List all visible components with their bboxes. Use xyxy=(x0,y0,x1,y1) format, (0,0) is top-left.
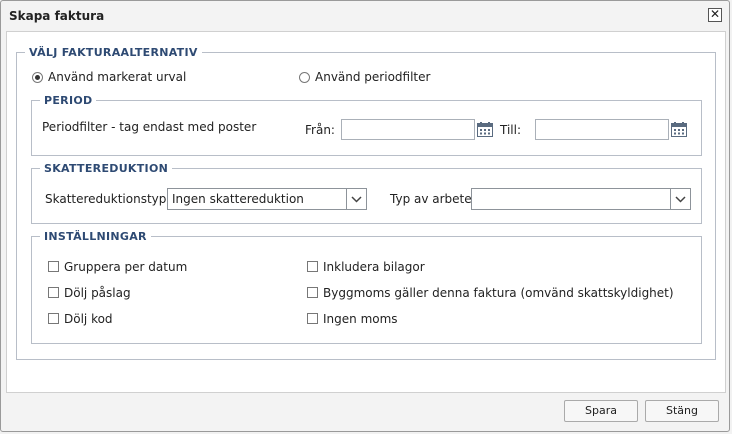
from-date-input[interactable] xyxy=(341,119,475,140)
checkbox-construction-vat[interactable] xyxy=(307,287,318,298)
save-button[interactable]: Spara xyxy=(564,400,638,422)
period-legend: PERIOD xyxy=(44,94,93,107)
settings-legend: INSTÄLLNINGAR xyxy=(44,230,147,243)
close-icon[interactable]: ✕ xyxy=(708,8,722,22)
work-type-label: Typ av arbete: xyxy=(390,192,476,206)
radio-use-period-filter-label: Använd periodfilter xyxy=(315,70,431,84)
dialog-content: VÄLJ FAKTURAALTERNATIV Använd markerat u… xyxy=(6,31,726,368)
from-label: Från: xyxy=(305,123,335,137)
checkbox-hide-markup[interactable] xyxy=(48,287,59,298)
checkbox-include-attachments[interactable] xyxy=(307,261,318,272)
checkbox-no-vat[interactable] xyxy=(307,313,318,324)
period-description: Periodfilter - tag endast med poster xyxy=(42,120,257,134)
close-button[interactable]: Stäng xyxy=(645,400,719,422)
tax-reduction-type-label: Skattereduktionstyp: xyxy=(45,192,171,206)
checkbox-no-vat-label: Ingen moms xyxy=(323,312,398,326)
invoice-options-legend: VÄLJ FAKTURAALTERNATIV xyxy=(29,46,198,59)
work-type-select[interactable] xyxy=(471,188,691,210)
calendar-icon[interactable] xyxy=(671,122,687,137)
checkbox-hide-markup-label: Dölj påslag xyxy=(64,286,131,300)
dialog-title: Skapa faktura xyxy=(9,9,105,23)
chevron-down-icon[interactable] xyxy=(670,189,690,209)
checkbox-construction-vat-label: Byggmoms gäller denna faktura (omvänd sk… xyxy=(323,286,674,300)
to-label: Till: xyxy=(500,123,522,137)
tax-reduction-type-value: Ingen skattereduktion xyxy=(172,192,304,206)
checkbox-group-by-date-label: Gruppera per datum xyxy=(64,260,188,274)
calendar-icon[interactable] xyxy=(477,122,493,137)
create-invoice-dialog: Skapa faktura ✕ VÄLJ FAKTURAALTERNATIV A… xyxy=(0,0,730,432)
chevron-down-icon[interactable] xyxy=(346,189,366,209)
to-date-input[interactable] xyxy=(535,119,669,140)
checkbox-hide-code-label: Dölj kod xyxy=(64,312,113,326)
radio-use-selection[interactable] xyxy=(32,72,43,83)
checkbox-hide-code[interactable] xyxy=(48,313,59,324)
dialog-titlebar: Skapa faktura ✕ xyxy=(1,1,729,31)
radio-use-selection-label: Använd markerat urval xyxy=(48,70,187,84)
radio-use-period-filter[interactable] xyxy=(299,72,310,83)
tax-reduction-legend: SKATTEREDUKTION xyxy=(44,162,169,175)
checkbox-include-attachments-label: Inkludera bilagor xyxy=(323,260,425,274)
dialog-footer-strip xyxy=(6,367,726,393)
tax-reduction-type-select[interactable]: Ingen skattereduktion xyxy=(167,188,367,210)
checkbox-group-by-date[interactable] xyxy=(48,261,59,272)
